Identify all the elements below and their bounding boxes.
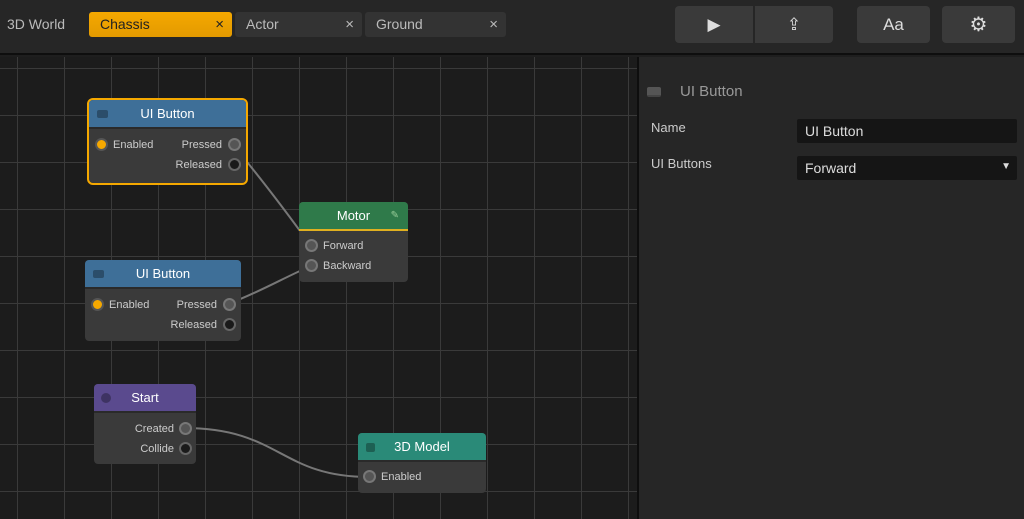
name-label: Name <box>651 120 686 135</box>
pressed-port[interactable] <box>228 138 241 151</box>
port-label: Pressed <box>181 139 222 151</box>
close-icon[interactable]: × <box>215 16 224 33</box>
pencil-icon[interactable]: ✎ <box>391 210 399 221</box>
enabled-port[interactable] <box>363 470 376 483</box>
cube-icon <box>366 443 375 452</box>
button-icon <box>93 270 104 278</box>
ui-button-node-2[interactable]: UI Button Enabled Pressed Released <box>85 260 241 341</box>
ui-buttons-label: UI Buttons <box>651 156 712 171</box>
port-label: Enabled <box>109 299 150 311</box>
font-button[interactable]: Aa <box>857 6 930 43</box>
node-header[interactable]: Motor ✎ <box>299 202 408 231</box>
node-title: Start <box>131 390 159 405</box>
released-port[interactable] <box>223 318 236 331</box>
start-node[interactable]: Start Created Collide <box>94 384 196 464</box>
port-label: Pressed <box>176 299 217 311</box>
3d-model-node[interactable]: 3D Model Enabled <box>358 433 486 493</box>
wire-created-enabled <box>183 427 370 478</box>
tab-label: Actor <box>246 16 279 32</box>
port-label: Created <box>134 423 174 435</box>
tab-label: Chassis <box>100 16 150 32</box>
motor-node[interactable]: Motor ✎ Forward Backward <box>299 202 408 282</box>
port-label: Enabled <box>381 471 422 483</box>
tab-ground[interactable]: Ground × <box>365 12 506 37</box>
port-label: Released <box>170 319 217 331</box>
node-header[interactable]: UI Button <box>85 260 241 289</box>
settings-button[interactable]: ⚙ <box>942 6 1015 43</box>
created-port[interactable] <box>179 422 192 435</box>
backward-port[interactable] <box>305 259 318 272</box>
top-bar: 3D World Chassis × Actor × Ground × ▶ ⇪ Aa … <box>0 0 1024 55</box>
collide-port[interactable] <box>179 442 192 455</box>
close-icon[interactable]: × <box>489 16 498 33</box>
port-label: Backward <box>323 260 372 272</box>
name-input[interactable]: UI Button <box>797 119 1017 143</box>
share-icon: ⇪ <box>786 14 802 34</box>
close-icon[interactable]: × <box>345 16 354 33</box>
chevron-down-icon: ▼ <box>1001 161 1011 172</box>
inspector-title: UI Button <box>680 83 743 100</box>
node-title: UI Button <box>135 266 191 281</box>
tab-label: Ground <box>376 16 423 32</box>
play-icon: ▶ <box>707 14 721 34</box>
tab-chassis[interactable]: Chassis × <box>89 12 232 37</box>
select-value: Forward <box>805 160 857 176</box>
port-label: Released <box>175 159 222 171</box>
node-title: Motor <box>336 208 371 223</box>
ui-buttons-select[interactable]: Forward ▼ <box>797 156 1017 180</box>
font-icon: Aa <box>883 14 904 34</box>
button-icon <box>97 110 108 118</box>
world-label: 3D World <box>7 16 66 32</box>
share-button[interactable]: ⇪ <box>755 6 833 43</box>
node-header[interactable]: UI Button <box>89 100 246 129</box>
pressed-port[interactable] <box>223 298 236 311</box>
node-title: 3D Model <box>394 439 450 454</box>
port-label: Collide <box>140 443 174 455</box>
tab-actor[interactable]: Actor × <box>235 12 362 37</box>
inspector-panel: UI Button Name UI Button UI Buttons Forw… <box>637 57 1024 519</box>
enabled-port[interactable] <box>95 138 108 151</box>
port-label: Forward <box>323 240 364 252</box>
enabled-port[interactable] <box>91 298 104 311</box>
button-icon <box>647 87 661 97</box>
ui-button-node-1[interactable]: UI Button Enabled Pressed Released <box>87 98 248 185</box>
node-header[interactable]: 3D Model <box>358 433 486 462</box>
node-title: UI Button <box>140 106 195 121</box>
node-canvas[interactable]: UI Button Enabled Pressed Released Motor… <box>0 57 637 519</box>
gear-icon: ⚙ <box>969 14 988 36</box>
play-button[interactable]: ▶ <box>675 6 753 43</box>
play-circle-icon <box>101 393 111 403</box>
port-label: Enabled <box>113 139 154 151</box>
forward-port[interactable] <box>305 239 318 252</box>
node-header[interactable]: Start <box>94 384 196 413</box>
released-port[interactable] <box>228 158 241 171</box>
